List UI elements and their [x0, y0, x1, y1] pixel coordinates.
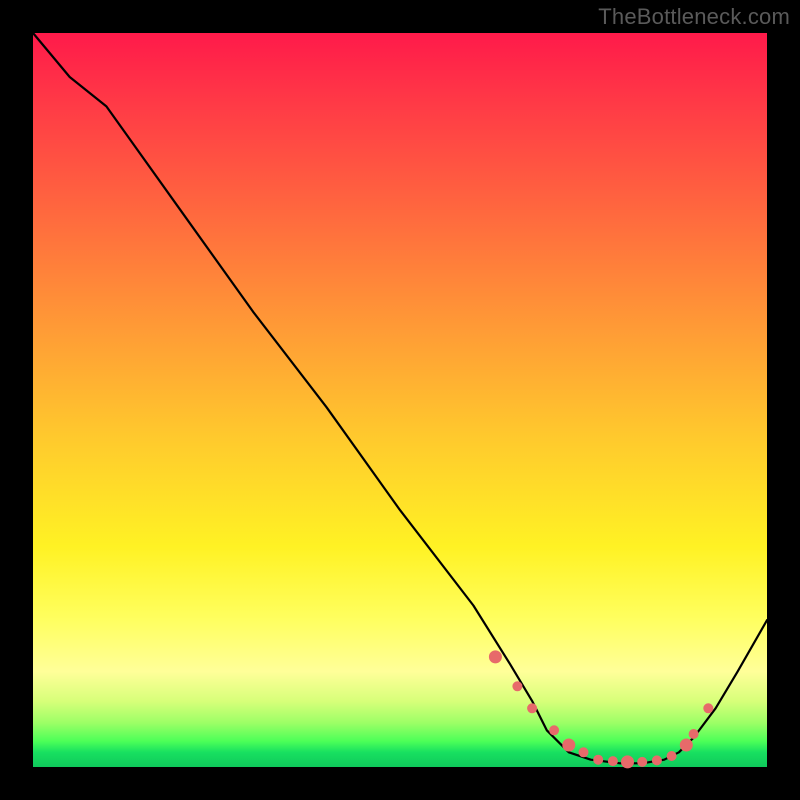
bottleneck-curve	[33, 33, 767, 763]
chart-svg	[33, 33, 767, 767]
marker-group	[489, 651, 712, 768]
watermark-text: TheBottleneck.com	[598, 4, 790, 30]
marker-dot	[680, 739, 692, 751]
marker-dot	[579, 748, 588, 757]
marker-dot	[689, 730, 698, 739]
marker-dot	[622, 756, 634, 768]
marker-dot	[528, 704, 537, 713]
marker-dot	[704, 704, 713, 713]
marker-dot	[638, 757, 647, 766]
marker-dot	[513, 682, 522, 691]
marker-dot	[608, 757, 617, 766]
chart-frame: TheBottleneck.com	[0, 0, 800, 800]
marker-dot	[563, 739, 575, 751]
marker-dot	[594, 755, 603, 764]
marker-dot	[550, 726, 559, 735]
marker-dot	[667, 752, 676, 761]
plot-area	[33, 33, 767, 767]
marker-dot	[489, 651, 501, 663]
marker-dot	[652, 756, 661, 765]
